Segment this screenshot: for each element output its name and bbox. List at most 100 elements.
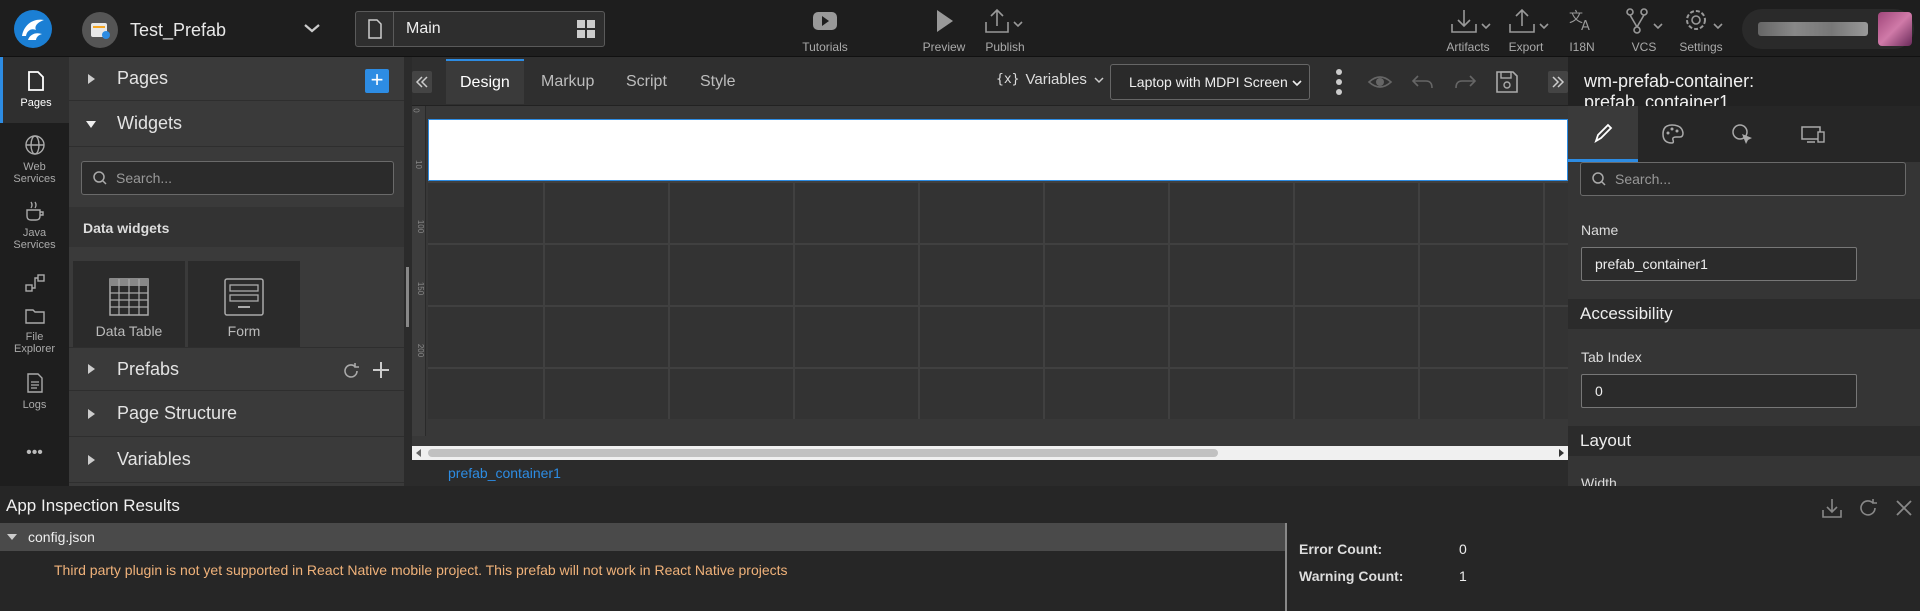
- tile-label-form: Form: [227, 323, 261, 339]
- widget-tile-data-table[interactable]: Data Table: [73, 261, 185, 347]
- refresh-icon[interactable]: [341, 361, 361, 381]
- collapse-left-button[interactable]: [412, 71, 432, 93]
- scrollbar-thumb[interactable]: [428, 449, 1218, 457]
- properties-title: wm-prefab-container: prefab_container1: [1568, 57, 1920, 112]
- left-panel-splitter[interactable]: [404, 57, 412, 486]
- tab-devices[interactable]: [1778, 106, 1848, 162]
- coffee-icon: [25, 201, 44, 221]
- eye-icon[interactable]: [1367, 70, 1393, 94]
- widget-tile-form[interactable]: Form: [188, 261, 300, 347]
- horizontal-scrollbar[interactable]: [412, 446, 1568, 460]
- rail-item-flow[interactable]: [0, 271, 69, 297]
- page-name: Main: [406, 20, 441, 37]
- prefab-container[interactable]: [428, 119, 1568, 181]
- publish-button[interactable]: Publish: [980, 6, 1030, 54]
- vcs-button[interactable]: VCS: [1622, 6, 1666, 54]
- widget-search-input[interactable]: [116, 170, 393, 186]
- widget-search[interactable]: [81, 161, 394, 195]
- table-icon: [109, 278, 149, 316]
- tab-events[interactable]: [1708, 106, 1778, 162]
- ruler-tick: 0: [411, 108, 421, 113]
- property-search-input[interactable]: [1615, 171, 1905, 187]
- i18n-label: I18N: [1569, 40, 1595, 54]
- refresh-icon[interactable]: [1856, 496, 1880, 520]
- rail-item-java-services[interactable]: Java Services: [0, 199, 69, 251]
- rail-label-java-services: Services: [13, 239, 56, 251]
- export-button[interactable]: Export: [1500, 6, 1552, 54]
- devices-icon: [1801, 126, 1825, 143]
- device-select[interactable]: Laptop with MDPI Screen: [1110, 64, 1310, 100]
- rail-item-file-explorer[interactable]: File Explorer: [0, 305, 69, 355]
- tab-markup[interactable]: Markup: [527, 59, 608, 104]
- collapse-right-button[interactable]: [1548, 71, 1568, 93]
- rail-item-pages[interactable]: Pages: [0, 57, 69, 123]
- accordion-page-structure[interactable]: Page Structure: [69, 391, 404, 437]
- properties-tabs: [1568, 106, 1920, 162]
- section-accessibility[interactable]: Accessibility: [1568, 299, 1920, 329]
- close-icon[interactable]: [1892, 496, 1916, 520]
- ruler-tick: 150: [416, 281, 426, 296]
- rail-item-logs[interactable]: Logs: [0, 371, 69, 411]
- wavemaker-logo[interactable]: [14, 10, 52, 48]
- undo-icon[interactable]: [1410, 70, 1436, 94]
- download-icon[interactable]: [1820, 496, 1844, 520]
- design-canvas[interactable]: 0 10 100 150 200: [412, 106, 1568, 446]
- plus-icon[interactable]: [371, 360, 391, 380]
- tab-design[interactable]: Design: [446, 59, 524, 104]
- caret-down-icon: [7, 534, 17, 540]
- ruler-tick: 200: [416, 343, 426, 358]
- error-count-value: 0: [1459, 541, 1467, 557]
- tab-index-label: Tab Index: [1581, 349, 1642, 365]
- settings-button[interactable]: Settings: [1672, 6, 1730, 54]
- page-grid-icon[interactable]: [568, 12, 604, 46]
- warning-count-value: 1: [1459, 568, 1467, 584]
- add-page-button[interactable]: +: [365, 69, 389, 93]
- tab-style[interactable]: Style: [686, 59, 750, 104]
- inspection-title: App Inspection Results: [6, 496, 180, 515]
- accordion-page-structure-label: Page Structure: [117, 403, 238, 423]
- preview-button[interactable]: Preview: [920, 6, 968, 54]
- variables-dropdown[interactable]: {x} Variables: [996, 71, 1105, 88]
- publish-label: Publish: [985, 40, 1025, 54]
- rail-more-button[interactable]: •••: [0, 445, 69, 461]
- name-field[interactable]: [1581, 247, 1857, 281]
- preview-label: Preview: [922, 40, 966, 54]
- scroll-left-icon[interactable]: [415, 449, 423, 457]
- folder-icon: [24, 309, 45, 324]
- warning-message: Third party plugin is not yet supported …: [54, 562, 788, 578]
- save-icon[interactable]: [1494, 69, 1520, 95]
- tab-properties[interactable]: [1568, 106, 1638, 162]
- upload-icon: [1509, 8, 1549, 33]
- search-icon: [93, 171, 107, 185]
- page-selector[interactable]: Main: [355, 11, 605, 47]
- settings-label: Settings: [1679, 40, 1723, 54]
- artifacts-button[interactable]: Artifacts: [1442, 6, 1494, 54]
- i18n-button[interactable]: 文A I18N: [1564, 6, 1600, 54]
- redo-icon[interactable]: [1452, 70, 1478, 94]
- rail-item-web-services[interactable]: Web Services: [0, 133, 69, 185]
- translate-icon: 文A: [1569, 10, 1590, 34]
- breadcrumb[interactable]: prefab_container1: [448, 460, 561, 486]
- config-file-row[interactable]: config.json: [0, 523, 1285, 551]
- property-search[interactable]: [1580, 162, 1906, 196]
- project-selector[interactable]: Test_Prefab: [82, 12, 226, 48]
- user-menu[interactable]: [1742, 9, 1914, 49]
- tab-script[interactable]: Script: [612, 59, 681, 104]
- page-icon: [356, 12, 394, 46]
- kebab-menu-icon[interactable]: [1332, 67, 1346, 97]
- tab-styles[interactable]: [1638, 106, 1708, 162]
- accordion-variables[interactable]: Variables: [69, 437, 404, 483]
- editor-tabs: Design Markup Script Style {x} Variables…: [412, 57, 1568, 106]
- section-layout[interactable]: Layout: [1568, 426, 1920, 456]
- youtube-icon: [813, 12, 837, 30]
- scroll-right-icon[interactable]: [1557, 449, 1565, 457]
- accordion-pages[interactable]: Pages +: [69, 57, 404, 101]
- tutorials-button[interactable]: Tutorials: [799, 6, 851, 54]
- accordion-pages-label: Pages: [117, 68, 169, 88]
- chevron-down-icon[interactable]: [300, 16, 324, 40]
- accordion-widgets[interactable]: Widgets: [69, 101, 404, 147]
- accordion-prefabs[interactable]: Prefabs: [69, 347, 404, 391]
- chevron-down-icon: [1292, 80, 1302, 87]
- tab-index-field[interactable]: [1581, 374, 1857, 408]
- left-panel: Pages + Widgets Data widgets Data Table …: [69, 57, 404, 486]
